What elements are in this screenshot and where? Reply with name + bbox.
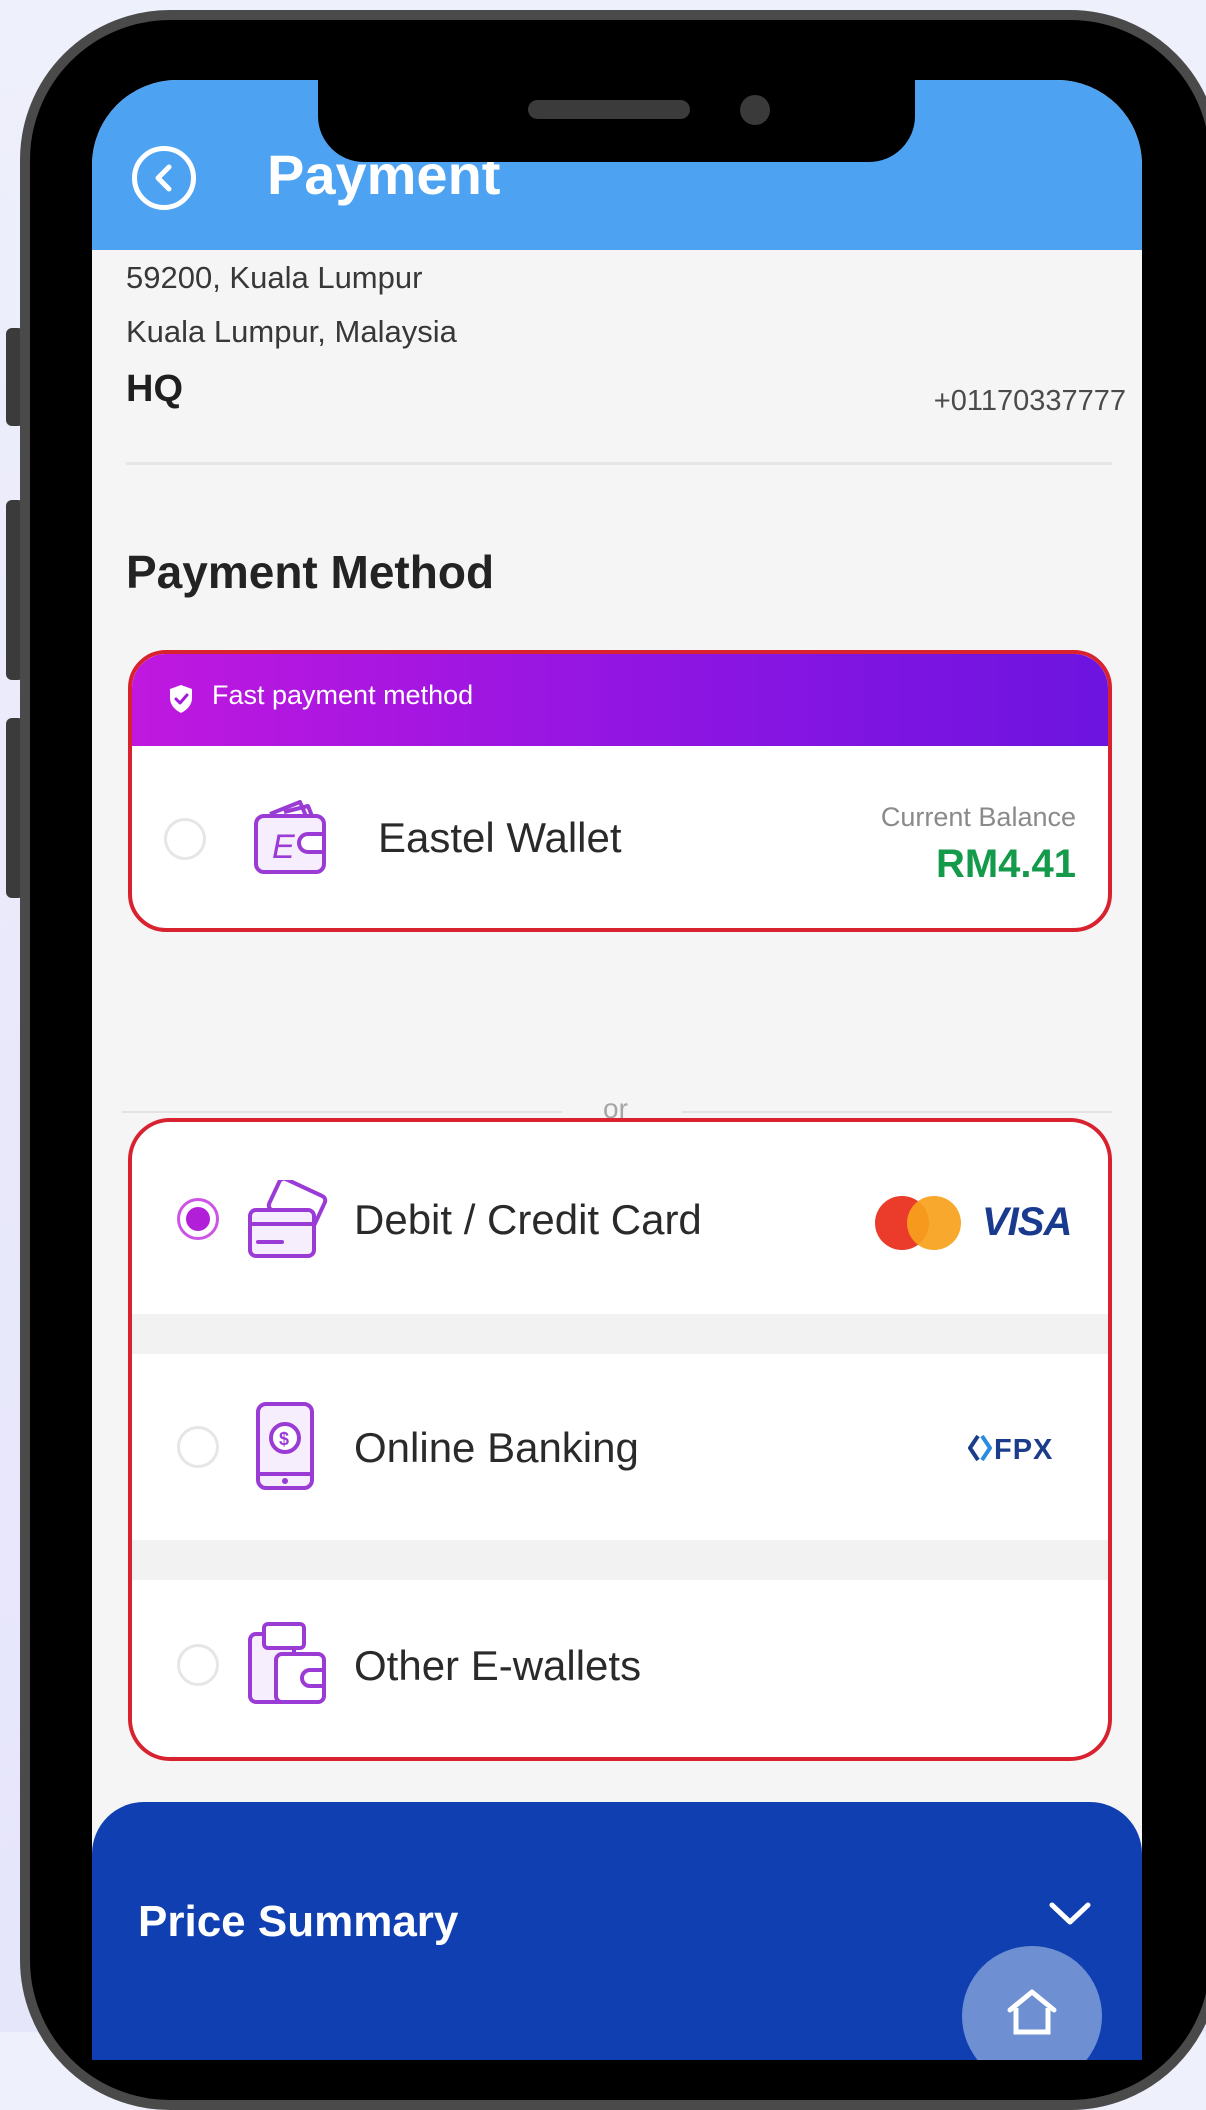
chevron-down-icon[interactable] <box>1048 1900 1092 1928</box>
credit-card-icon <box>248 1180 328 1258</box>
or-line-left <box>122 1111 562 1113</box>
wallet-icon: E <box>254 800 326 874</box>
option-label: Other E-wallets <box>354 1642 642 1689</box>
price-summary-title: Price Summary <box>138 1897 459 1946</box>
or-line-right <box>682 1111 1112 1113</box>
e-wallet-radio[interactable] <box>177 1644 219 1686</box>
option-label: Online Banking <box>354 1424 639 1471</box>
fast-payment-label: Fast payment method <box>212 680 474 710</box>
phone-speaker <box>528 100 690 119</box>
option-other-e-wallets[interactable]: Other E-wallets <box>132 1580 1108 1757</box>
phone-camera <box>740 95 770 125</box>
card-radio[interactable] <box>177 1198 219 1240</box>
wallet-option-card[interactable]: Fast payment method E Eastel Wallet Curr… <box>128 650 1112 932</box>
fpx-logo: FPX <box>994 1434 1054 1466</box>
phone-notch <box>318 80 915 162</box>
visa-logo: VISA <box>982 1200 1072 1244</box>
e-wallet-icon <box>248 1622 326 1704</box>
phone-number: +01170337777 <box>933 385 1126 417</box>
section-divider <box>126 462 1112 465</box>
shield-check-icon <box>170 685 192 713</box>
balance-value: RM4.41 <box>935 842 1076 886</box>
fast-payment-banner: Fast payment method <box>132 654 1108 746</box>
option-label: Debit / Credit Card <box>354 1196 702 1243</box>
wallet-name: Eastel Wallet <box>378 814 622 861</box>
mobile-banking-icon: $ <box>256 1402 314 1490</box>
back-button[interactable] <box>132 146 196 210</box>
address-line-1: 59200, Kuala Lumpur <box>126 260 423 295</box>
svg-text:$: $ <box>279 1429 289 1449</box>
chevron-left-circle-icon <box>155 164 172 192</box>
mastercard-logo <box>875 1196 961 1250</box>
balance-label: Current Balance <box>880 802 1076 832</box>
address-label: HQ <box>126 368 183 410</box>
payment-options-card: Debit / Credit Card VISA $ Online Bankin… <box>128 1118 1112 1761</box>
home-icon <box>1007 1989 1057 2035</box>
option-online-banking[interactable]: $ Online Banking FPX <box>132 1354 1108 1540</box>
svg-text:E: E <box>272 828 295 866</box>
option-debit-credit-card[interactable]: Debit / Credit Card VISA <box>132 1122 1108 1314</box>
online-banking-radio[interactable] <box>177 1426 219 1468</box>
payment-method-title: Payment Method <box>126 546 495 598</box>
address-line-2: Kuala Lumpur, Malaysia <box>126 314 457 349</box>
wallet-radio[interactable] <box>164 818 206 860</box>
app-screen: Payment 59200, Kuala Lumpur Kuala Lumpur… <box>92 80 1142 2060</box>
fpx-logo-mark <box>968 1434 992 1462</box>
